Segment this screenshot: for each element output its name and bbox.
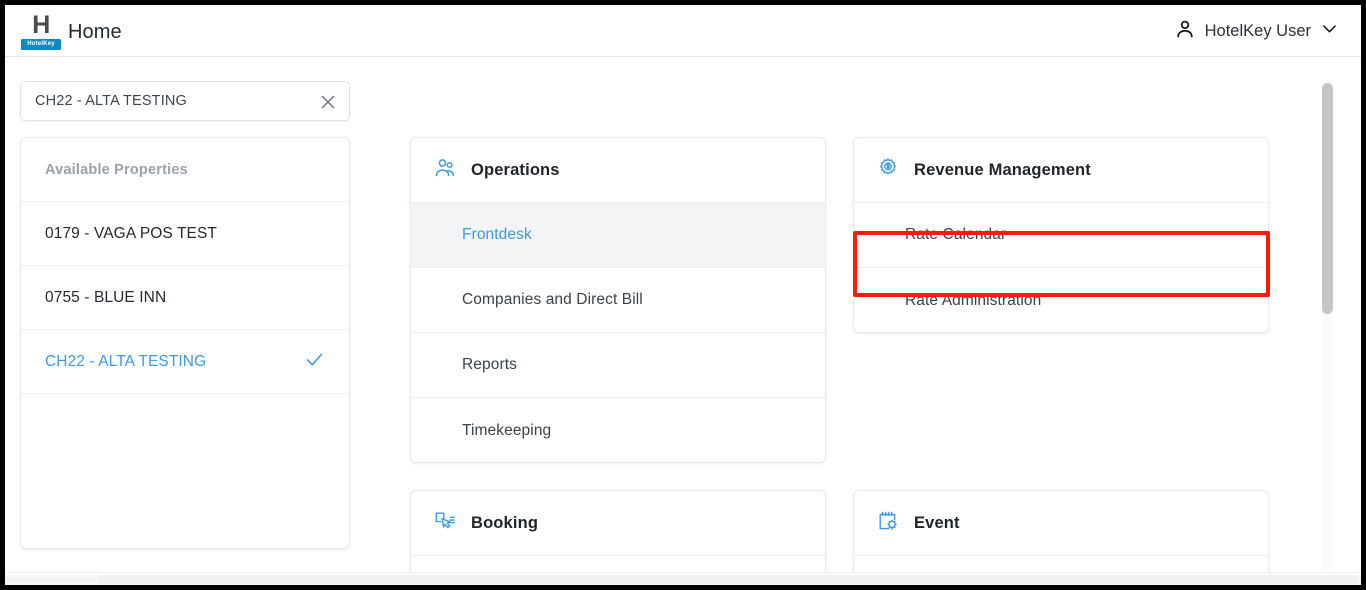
property-search-value: CH22 - ALTA TESTING xyxy=(35,93,187,109)
click-pointer-icon xyxy=(433,509,457,538)
app-viewport: H HotelKey Home HotelKey User CH2 xyxy=(5,5,1361,585)
logo-wordmark: HotelKey xyxy=(21,39,61,50)
card-revenue-management: Revenue Management Rate Calendar Rate Ad… xyxy=(853,137,1269,333)
close-icon[interactable] xyxy=(317,91,339,113)
list-item[interactable]: 0755 - BLUE INN xyxy=(21,266,349,330)
user-name-label: HotelKey User xyxy=(1205,22,1311,41)
list-item[interactable]: CH22 - ALTA TESTING xyxy=(21,330,349,394)
logo-letter: H xyxy=(21,13,61,38)
vertical-scrollbar-track[interactable] xyxy=(1322,79,1333,579)
menu-item-reports[interactable]: Reports xyxy=(411,333,825,398)
content-area: CH22 - ALTA TESTING Available Properties… xyxy=(5,57,1361,585)
menu-item-timekeeping[interactable]: Timekeeping xyxy=(411,398,825,463)
horizontal-scrollbar-thumb[interactable] xyxy=(97,575,1359,584)
hotelkey-logo[interactable]: H HotelKey xyxy=(21,13,61,49)
chevron-down-icon[interactable] xyxy=(1320,19,1339,43)
card-operations-header: Operations xyxy=(411,138,825,203)
card-title: Event xyxy=(914,514,960,533)
vertical-scrollbar-thumb[interactable] xyxy=(1322,83,1333,314)
people-group-icon xyxy=(433,156,457,185)
modules-grid: Operations Frontdesk Companies and Direc… xyxy=(405,81,1293,585)
property-label: CH22 - ALTA TESTING xyxy=(45,353,206,371)
property-label: 0179 - VAGA POS TEST xyxy=(45,225,217,243)
card-booking: Booking Search Reservation xyxy=(410,490,826,585)
person-icon xyxy=(1174,18,1196,45)
available-properties-list: Available Properties 0179 - VAGA POS TES… xyxy=(20,137,350,549)
card-title: Operations xyxy=(471,161,560,180)
gear-dollar-icon xyxy=(876,156,900,185)
card-operations: Operations Frontdesk Companies and Direc… xyxy=(410,137,826,463)
card-title: Revenue Management xyxy=(914,161,1091,180)
page-title: Home xyxy=(68,21,122,44)
property-label: 0755 - BLUE INN xyxy=(45,289,166,307)
card-booking-header: Booking xyxy=(411,491,825,556)
menu-item-rate-administration[interactable]: Rate Administration xyxy=(854,268,1268,333)
list-item[interactable]: 0179 - VAGA POS TEST xyxy=(21,202,349,266)
card-title: Booking xyxy=(471,514,538,533)
menu-item-frontdesk[interactable]: Frontdesk xyxy=(411,203,825,268)
menu-item-rate-calendar[interactable]: Rate Calendar xyxy=(854,203,1268,268)
property-search-input[interactable]: CH22 - ALTA TESTING xyxy=(20,81,350,121)
card-event-header: Event xyxy=(854,491,1268,556)
user-menu[interactable]: HotelKey User xyxy=(1174,17,1339,45)
menu-item-companies-and-direct-bill[interactable]: Companies and Direct Bill xyxy=(411,268,825,333)
property-sidebar: CH22 - ALTA TESTING Available Properties… xyxy=(20,81,350,549)
horizontal-scrollbar-track[interactable] xyxy=(5,572,1361,585)
available-properties-header: Available Properties xyxy=(21,138,349,202)
app-header: H HotelKey Home HotelKey User xyxy=(5,5,1361,57)
calendar-gear-icon xyxy=(876,509,900,538)
check-icon xyxy=(304,349,325,375)
card-revenue-management-header: Revenue Management xyxy=(854,138,1268,203)
card-event: Event Administration xyxy=(853,490,1269,585)
